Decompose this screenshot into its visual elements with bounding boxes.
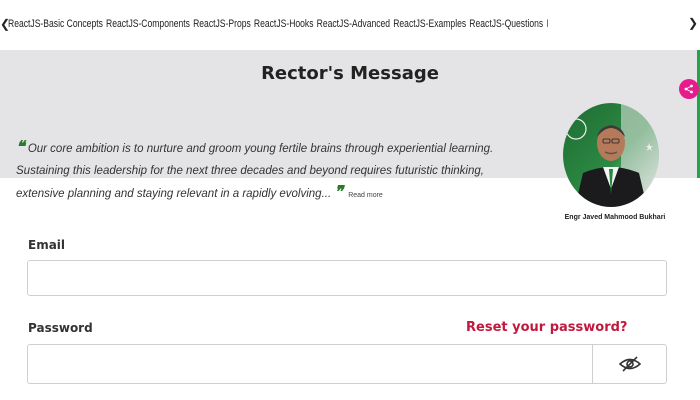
tag-link[interactable]: ReactJS-Examples xyxy=(393,18,466,30)
password-label: Password xyxy=(28,321,93,335)
scroll-left-icon[interactable]: ❮ xyxy=(0,17,10,31)
rector-portrait xyxy=(563,103,659,207)
tag-link[interactable]: ReactJS-Basic Concepts xyxy=(8,18,103,30)
open-quote-icon: ❝ xyxy=(16,139,25,156)
share-button[interactable] xyxy=(679,79,699,99)
tag-link[interactable]: ReactJS-Quiz xyxy=(546,18,547,30)
close-quote-icon: ❞ xyxy=(334,184,343,201)
password-field[interactable] xyxy=(27,344,593,384)
tag-link[interactable]: ReactJS-Components xyxy=(106,18,190,30)
show-password-toggle[interactable] xyxy=(592,344,667,384)
eye-slash-icon xyxy=(618,356,641,372)
email-label: Email xyxy=(28,238,66,252)
rector-name: Engr Javed Mahmood Bukhari xyxy=(564,214,666,221)
tag-list: ReactJS-Basic Concepts ReactJS-Components… xyxy=(8,18,548,30)
scroll-right-icon[interactable]: ❯ xyxy=(688,16,698,30)
share-icon xyxy=(684,84,693,94)
tag-link[interactable]: ReactJS-Hooks xyxy=(254,18,314,30)
quote-text: Our core ambition is to nurture and groo… xyxy=(16,143,494,200)
section-title: Rector's Message xyxy=(261,63,439,84)
tag-link[interactable]: ReactJS-Props xyxy=(193,18,251,30)
rector-quote: ❝ Our core ambition is to nurture and gr… xyxy=(16,137,496,207)
tag-link[interactable]: ReactJS-Advanced xyxy=(317,18,390,30)
tag-link[interactable]: ReactJS-Questions xyxy=(469,18,543,30)
reset-password-link[interactable]: Reset your password? xyxy=(466,320,627,335)
email-field[interactable] xyxy=(27,260,667,296)
read-more-link[interactable]: Read more xyxy=(348,192,383,199)
tag-scroller: ❮ ReactJS-Basic Concepts ReactJS-Componen… xyxy=(0,0,700,48)
